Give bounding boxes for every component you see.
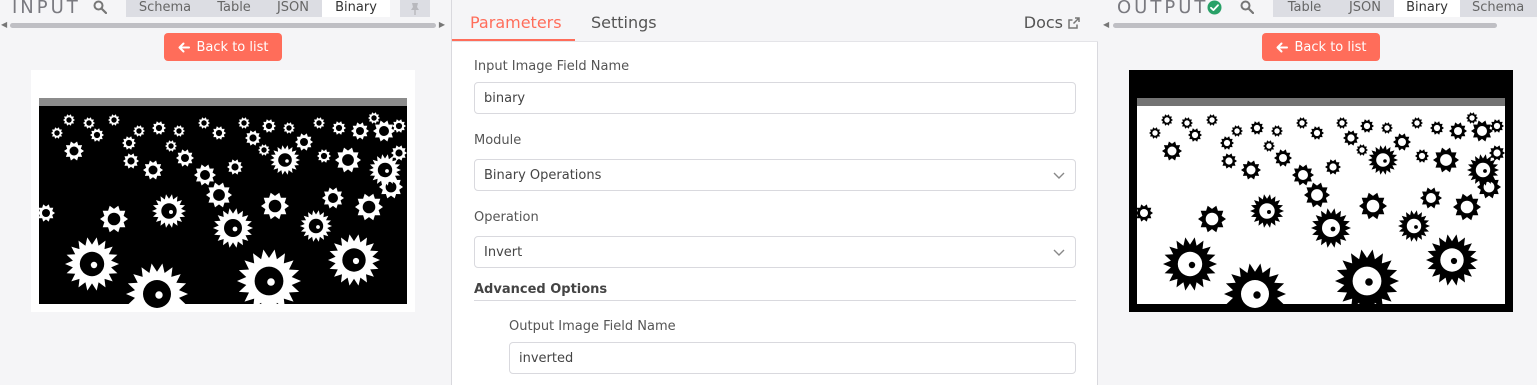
external-link-icon (1068, 16, 1080, 29)
search-icon[interactable] (91, 0, 109, 14)
docs-link[interactable]: Docs (1024, 13, 1080, 32)
input-view-tabs: Schema Table JSON Binary (126, 0, 390, 17)
advanced-options-divider (474, 300, 1076, 301)
chevron-down-icon (1053, 172, 1065, 179)
operation-label: Operation (474, 210, 539, 225)
output-image-field-label: Output Image Field Name (509, 319, 676, 334)
scroll-left-arrow-icon[interactable]: ◀ (1, 20, 7, 30)
tab-parameters[interactable]: Parameters (470, 13, 562, 32)
search-icon[interactable] (1238, 0, 1256, 14)
tab-settings[interactable]: Settings (591, 13, 657, 32)
tab-json[interactable]: JSON (1336, 0, 1394, 17)
panel-tabs: Parameters Settings Docs (452, 0, 1098, 42)
docs-label: Docs (1023, 13, 1063, 32)
back-to-list-button[interactable]: Back to list (1262, 33, 1380, 61)
output-image-field-value: inverted (519, 350, 574, 366)
module-label: Module (474, 133, 522, 148)
output-horizontal-scrollbar[interactable]: ◀ (1099, 20, 1537, 30)
advanced-options-title: Advanced Options (474, 282, 608, 297)
module-select[interactable]: Binary Operations (474, 159, 1076, 191)
active-tab-underline (452, 39, 575, 41)
input-image-field-input[interactable]: binary (474, 82, 1076, 114)
scroll-right-arrow-icon[interactable]: ▶ (439, 20, 445, 30)
node-parameters-panel: Parameters Settings Docs Input Image Fie… (451, 0, 1098, 385)
pin-icon (411, 2, 419, 15)
tab-table[interactable]: Table (1273, 0, 1336, 17)
scrollbar-thumb[interactable] (1113, 23, 1497, 28)
input-image-field-value: binary (484, 90, 526, 106)
tab-schema[interactable]: Schema (126, 0, 204, 17)
scroll-left-arrow-icon[interactable]: ◀ (1103, 20, 1109, 30)
operation-select[interactable]: Invert (474, 236, 1076, 268)
back-to-list-label: Back to list (1294, 39, 1367, 55)
input-pane-title: INPUT (12, 0, 81, 18)
tab-json[interactable]: JSON (264, 0, 322, 17)
back-to-list-button[interactable]: Back to list (164, 33, 282, 61)
output-pane-title: OUTPUT (1117, 0, 1209, 18)
tab-binary[interactable]: Binary (1394, 0, 1460, 17)
output-pane: OUTPUT Table JSON Binary Schema ◀ Back t… (1099, 0, 1537, 385)
tab-binary[interactable]: Binary (322, 0, 390, 17)
arrow-left-icon (1276, 42, 1288, 52)
input-image-field-label: Input Image Field Name (474, 59, 630, 74)
output-binary-image (1129, 70, 1513, 312)
chevron-down-icon (1053, 249, 1065, 256)
pin-button[interactable] (400, 0, 430, 17)
back-to-list-label: Back to list (196, 39, 269, 55)
check-circle-icon (1206, 0, 1222, 15)
module-value: Binary Operations (484, 167, 602, 183)
operation-value: Invert (484, 244, 523, 260)
input-horizontal-scrollbar[interactable]: ◀ ▶ (0, 20, 446, 30)
output-image-field-input[interactable]: inverted (509, 342, 1076, 374)
output-view-tabs: Table JSON Binary Schema (1273, 0, 1537, 17)
arrow-left-icon (178, 42, 190, 52)
tab-schema[interactable]: Schema (1460, 0, 1537, 17)
input-binary-image (31, 70, 415, 312)
input-pane: INPUT Schema Table JSON Binary ◀ ▶ Back … (0, 0, 451, 385)
scrollbar-thumb[interactable] (10, 23, 436, 28)
tab-table[interactable]: Table (204, 0, 264, 17)
